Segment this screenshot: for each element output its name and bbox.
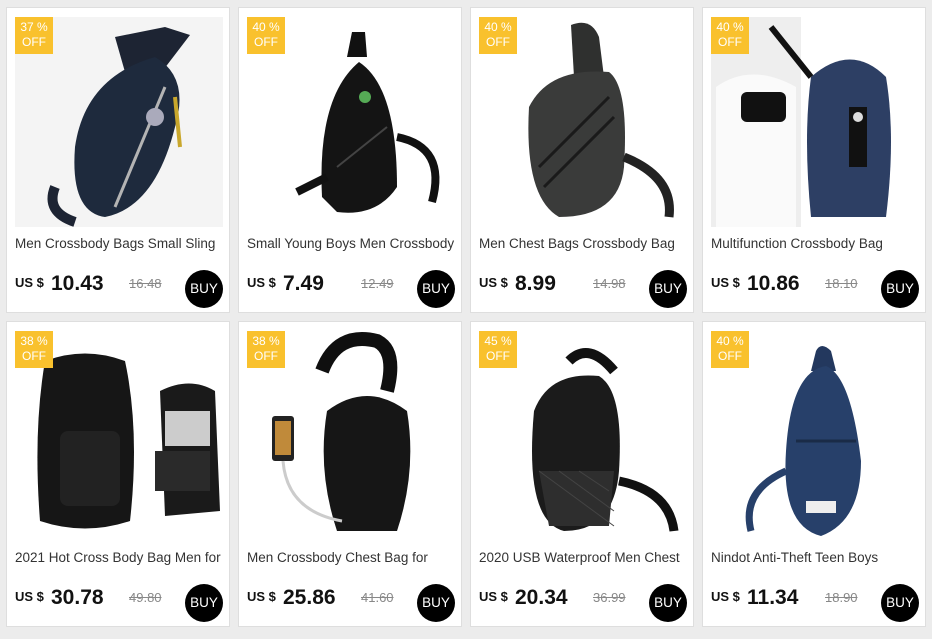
sale-price: 8.99 [515,272,556,295]
original-price: 12.49 [361,276,394,291]
product-title[interactable]: Nindot Anti-Theft Teen Boys [711,548,921,568]
sale-price: 20.34 [515,586,568,609]
price-row: US $ 11.34 18.90 BUY [711,584,921,622]
discount-badge: 40 % OFF [247,17,285,54]
original-price: 16.48 [129,276,162,291]
sale-price: 30.78 [51,586,104,609]
currency-label: US $ [711,589,740,604]
currency-label: US $ [247,589,276,604]
product-title[interactable]: Men Crossbody Bags Small Sling [15,234,225,254]
currency-label: US $ [479,275,508,290]
discount-badge: 38 % OFF [247,331,285,368]
original-price: 18.10 [825,276,858,291]
product-card[interactable]: 40 % OFF Small Young Boys Men Crossbody U… [238,7,462,313]
sale-price: 10.86 [747,272,800,295]
product-card[interactable]: 40 % OFF Men Chest Bags Crossbody Bag US … [470,7,694,313]
sale-price: 25.86 [283,586,336,609]
product-card[interactable]: 45 % OFF 2020 USB Waterproof Men Chest US… [470,321,694,627]
buy-button[interactable]: BUY [881,584,919,622]
discount-badge: 45 % OFF [479,331,517,368]
price-row: US $ 25.86 41.60 BUY [247,584,457,622]
original-price: 14.98 [593,276,626,291]
discount-badge: 38 % OFF [15,331,53,368]
product-grid: 37 % OFF Men Crossbody Bags Small Sling U… [6,7,930,637]
currency-label: US $ [711,275,740,290]
original-price: 41.60 [361,590,394,605]
buy-button[interactable]: BUY [649,584,687,622]
product-title[interactable]: Small Young Boys Men Crossbody [247,234,457,254]
product-card[interactable]: 40 % OFF Nindot Anti-Theft Teen Boys US $… [702,321,926,627]
product-title[interactable]: Men Chest Bags Crossbody Bag [479,234,689,254]
original-price: 36.99 [593,590,626,605]
currency-label: US $ [479,589,508,604]
product-card[interactable]: 40 % OFF Multifunction Crossbody Bag US $… [702,7,926,313]
sale-price: 11.34 [747,586,799,609]
currency-label: US $ [15,275,44,290]
sale-price: 7.49 [283,272,324,295]
price-row: US $ 20.34 36.99 BUY [479,584,689,622]
price-row: US $ 10.43 16.48 BUY [15,270,225,308]
product-title[interactable]: 2020 USB Waterproof Men Chest [479,548,689,568]
price-row: US $ 7.49 12.49 BUY [247,270,457,308]
discount-badge: 40 % OFF [711,17,749,54]
buy-button[interactable]: BUY [417,270,455,308]
currency-label: US $ [15,589,44,604]
price-row: US $ 30.78 49.80 BUY [15,584,225,622]
discount-badge: 37 % OFF [15,17,53,54]
original-price: 18.90 [825,590,858,605]
price-row: US $ 10.86 18.10 BUY [711,270,921,308]
buy-button[interactable]: BUY [649,270,687,308]
buy-button[interactable]: BUY [185,270,223,308]
buy-button[interactable]: BUY [417,584,455,622]
buy-button[interactable]: BUY [185,584,223,622]
product-card[interactable]: 38 % OFF Men Crossbody Chest Bag for US $… [238,321,462,627]
currency-label: US $ [247,275,276,290]
product-card[interactable]: 38 % OFF 2021 Hot Cross Body Bag Men for … [6,321,230,627]
original-price: 49.80 [129,590,162,605]
product-title[interactable]: 2021 Hot Cross Body Bag Men for [15,548,225,568]
discount-badge: 40 % OFF [711,331,749,368]
discount-badge: 40 % OFF [479,17,517,54]
price-row: US $ 8.99 14.98 BUY [479,270,689,308]
buy-button[interactable]: BUY [881,270,919,308]
product-title[interactable]: Multifunction Crossbody Bag [711,234,921,254]
sale-price: 10.43 [51,272,104,295]
product-title[interactable]: Men Crossbody Chest Bag for [247,548,457,568]
product-card[interactable]: 37 % OFF Men Crossbody Bags Small Sling U… [6,7,230,313]
